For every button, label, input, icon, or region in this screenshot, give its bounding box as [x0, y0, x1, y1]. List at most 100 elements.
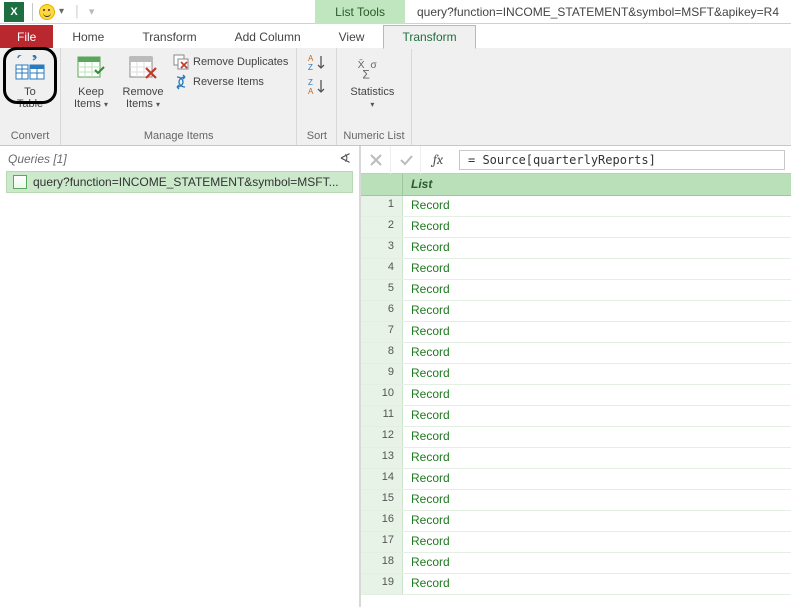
column-header-list[interactable]: List	[403, 174, 791, 195]
row-number[interactable]: 6	[361, 301, 403, 321]
cell-value[interactable]: Record	[403, 280, 791, 300]
table-row[interactable]: 7Record	[361, 322, 791, 343]
cell-value[interactable]: Record	[403, 196, 791, 216]
keep-items-button[interactable]: Keep Items ▾	[67, 50, 115, 110]
table-row[interactable]: 14Record	[361, 469, 791, 490]
cell-value[interactable]: Record	[403, 238, 791, 258]
smiley-dropdown-icon[interactable]: ▾	[59, 6, 64, 17]
table-row[interactable]: 2Record	[361, 217, 791, 238]
row-number[interactable]: 5	[361, 280, 403, 300]
table-row[interactable]: 3Record	[361, 238, 791, 259]
table-row[interactable]: 4Record	[361, 259, 791, 280]
table-row[interactable]: 9Record	[361, 364, 791, 385]
tab-transform[interactable]: Transform	[123, 25, 215, 48]
row-number[interactable]: 9	[361, 364, 403, 384]
table-row[interactable]: 13Record	[361, 448, 791, 469]
sort-desc-button[interactable]: Z A	[306, 76, 328, 98]
cell-value[interactable]: Record	[403, 259, 791, 279]
table-row[interactable]: 12Record	[361, 427, 791, 448]
tab-view[interactable]: View	[320, 25, 384, 48]
cell-value[interactable]: Record	[403, 553, 791, 573]
group-convert: To Table Convert	[0, 48, 61, 145]
table-row[interactable]: 17Record	[361, 532, 791, 553]
cell-value[interactable]: Record	[403, 469, 791, 489]
grid-corner[interactable]	[361, 174, 403, 195]
table-row[interactable]: 10Record	[361, 385, 791, 406]
tab-home[interactable]: Home	[53, 25, 123, 48]
table-row[interactable]: 8Record	[361, 343, 791, 364]
svg-text:A: A	[308, 87, 314, 96]
main-area: Queries [1] ∢ query?function=INCOME_STAT…	[0, 146, 791, 607]
row-number[interactable]: 4	[361, 259, 403, 279]
statistics-button[interactable]: X̄ σ Σ Statistics▾	[343, 50, 401, 110]
table-row[interactable]: 19Record	[361, 574, 791, 595]
separator	[32, 3, 33, 21]
qat-separator: │	[74, 6, 81, 18]
row-number[interactable]: 19	[361, 574, 403, 594]
row-number[interactable]: 12	[361, 427, 403, 447]
group-sort: A Z Z A Sort	[297, 48, 337, 145]
row-number[interactable]: 17	[361, 532, 403, 552]
row-number[interactable]: 13	[361, 448, 403, 468]
cell-value[interactable]: Record	[403, 427, 791, 447]
cell-value[interactable]: Record	[403, 385, 791, 405]
tab-file[interactable]: File	[0, 25, 53, 48]
svg-text:Z: Z	[308, 78, 313, 87]
remove-duplicates-label: Remove Duplicates	[193, 56, 288, 68]
cell-value[interactable]: Record	[403, 490, 791, 510]
cell-value[interactable]: Record	[403, 301, 791, 321]
remove-items-icon	[127, 54, 159, 84]
cell-value[interactable]: Record	[403, 448, 791, 468]
cell-value[interactable]: Record	[403, 511, 791, 531]
row-number[interactable]: 8	[361, 343, 403, 363]
row-number[interactable]: 18	[361, 553, 403, 573]
row-number[interactable]: 11	[361, 406, 403, 426]
sort-asc-button[interactable]: A Z	[306, 52, 328, 74]
svg-text:Σ: Σ	[363, 68, 370, 82]
table-row[interactable]: 16Record	[361, 511, 791, 532]
remove-items-label: Remove Items ▾	[123, 86, 164, 110]
dropdown-icon: ▾	[370, 100, 374, 109]
remove-items-button[interactable]: Remove Items ▾	[119, 50, 167, 110]
smiley-icon[interactable]	[39, 4, 55, 20]
row-number[interactable]: 16	[361, 511, 403, 531]
cell-value[interactable]: Record	[403, 217, 791, 237]
table-row[interactable]: 6Record	[361, 301, 791, 322]
cell-value[interactable]: Record	[403, 364, 791, 384]
collapse-pane-icon[interactable]: ∢	[339, 150, 351, 167]
table-row[interactable]: 15Record	[361, 490, 791, 511]
query-icon	[13, 175, 27, 189]
table-row[interactable]: 5Record	[361, 280, 791, 301]
ribbon-tabs: File Home Transform Add Column View Tran…	[0, 24, 791, 48]
row-number[interactable]: 10	[361, 385, 403, 405]
reverse-items-button[interactable]: Reverse Items	[171, 72, 290, 92]
cell-value[interactable]: Record	[403, 406, 791, 426]
remove-duplicates-button[interactable]: Remove Duplicates	[171, 52, 290, 72]
to-table-button[interactable]: To Table	[6, 50, 54, 110]
excel-icon: X	[4, 2, 24, 22]
cancel-formula-button[interactable]	[361, 146, 391, 174]
cell-value[interactable]: Record	[403, 343, 791, 363]
to-table-label: To Table	[17, 86, 43, 110]
formula-input[interactable]: = Source[quarterlyReports]	[459, 150, 785, 170]
keep-items-label: Keep Items ▾	[74, 86, 108, 110]
row-number[interactable]: 7	[361, 322, 403, 342]
tab-add-column[interactable]: Add Column	[216, 25, 320, 48]
row-number[interactable]: 14	[361, 469, 403, 489]
commit-formula-button[interactable]	[391, 146, 421, 174]
tab-transform-context[interactable]: Transform	[383, 25, 475, 49]
row-number[interactable]: 2	[361, 217, 403, 237]
row-number[interactable]: 1	[361, 196, 403, 216]
row-number[interactable]: 3	[361, 238, 403, 258]
cell-value[interactable]: Record	[403, 532, 791, 552]
ribbon: To Table Convert Keep I	[0, 48, 791, 146]
query-item[interactable]: query?function=INCOME_STATEMENT&symbol=M…	[6, 171, 353, 193]
table-row[interactable]: 1Record	[361, 196, 791, 217]
table-row[interactable]: 18Record	[361, 553, 791, 574]
cell-value[interactable]: Record	[403, 574, 791, 594]
qat-overflow-icon[interactable]: ▾	[89, 5, 95, 18]
row-number[interactable]: 15	[361, 490, 403, 510]
cell-value[interactable]: Record	[403, 322, 791, 342]
table-row[interactable]: 11Record	[361, 406, 791, 427]
fx-label: fx	[421, 151, 455, 168]
